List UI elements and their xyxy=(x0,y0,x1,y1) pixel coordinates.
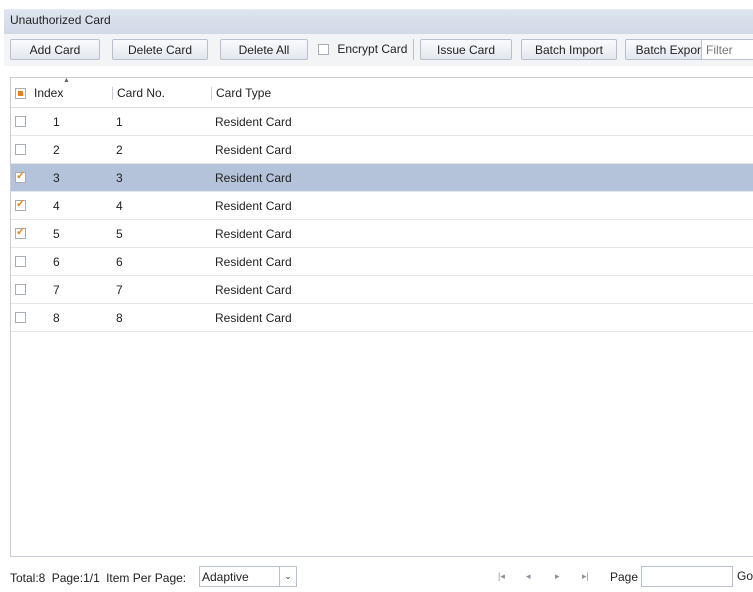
row-checkbox[interactable] xyxy=(15,169,26,183)
batch-import-button[interactable]: Batch Import xyxy=(521,39,617,60)
delete-card-button[interactable]: Delete Card xyxy=(112,39,208,60)
column-divider[interactable] xyxy=(211,87,212,100)
index-cell: 4 xyxy=(53,199,60,213)
card-no-cell: 4 xyxy=(116,199,123,213)
item-per-page-label: Item Per Page: xyxy=(106,571,187,585)
encrypt-card-label: Encrypt Card xyxy=(337,42,408,56)
first-page-icon[interactable]: |◂ xyxy=(498,571,505,582)
card-no-cell: 7 xyxy=(116,283,123,297)
go-button[interactable]: Go xyxy=(734,566,753,587)
table-row[interactable]: 3 3 Resident Card xyxy=(11,164,753,192)
item-per-page-select[interactable]: Adaptive ⌄ xyxy=(199,566,297,587)
table-header: Index ▲ Card No. Card Type xyxy=(11,77,753,108)
table-row[interactable]: 7 7 Resident Card xyxy=(11,276,753,304)
issue-card-button[interactable]: Issue Card xyxy=(420,39,512,60)
card-type-cell: Resident Card xyxy=(215,283,292,297)
row-checkbox[interactable] xyxy=(15,284,26,295)
last-page-icon[interactable]: ▸| xyxy=(582,571,589,582)
page-info: Page:1/1 xyxy=(51,571,100,585)
card-type-cell: Resident Card xyxy=(215,227,292,241)
table-row[interactable]: 8 8 Resident Card xyxy=(11,304,753,332)
index-cell: 2 xyxy=(53,143,60,157)
card-type-cell: Resident Card xyxy=(215,311,292,325)
chevron-down-icon[interactable]: ⌄ xyxy=(279,567,296,586)
card-type-cell: Resident Card xyxy=(215,255,292,269)
card-no-cell: 1 xyxy=(116,115,123,129)
encrypt-card-checkbox[interactable] xyxy=(318,44,329,56)
card-no-cell: 5 xyxy=(116,227,123,241)
card-no-cell: 6 xyxy=(116,255,123,269)
panel-title: Unauthorized Card xyxy=(10,13,111,27)
card-no-cell: 3 xyxy=(116,171,123,185)
card-type-cell: Resident Card xyxy=(215,199,292,213)
column-divider[interactable] xyxy=(112,87,113,100)
pagination-bar: Total:8 Page:1/1 Item Per Page: Adaptive… xyxy=(10,566,753,588)
prev-page-icon[interactable]: ◂ xyxy=(526,571,531,582)
filter-input[interactable] xyxy=(701,39,753,60)
table-row[interactable]: 2 2 Resident Card xyxy=(11,136,753,164)
row-checkbox[interactable] xyxy=(15,144,26,155)
card-type-cell: Resident Card xyxy=(215,143,292,157)
toolbar-divider xyxy=(413,39,414,60)
column-header-index[interactable]: Index xyxy=(34,86,63,100)
next-page-icon[interactable]: ▸ xyxy=(555,571,560,582)
column-header-index-label: Index xyxy=(34,86,64,100)
card-table: Index ▲ Card No. Card Type 1 1 Resident Ca… xyxy=(10,77,753,557)
table-row[interactable]: 5 5 Resident Card xyxy=(11,220,753,248)
page-number-input[interactable] xyxy=(641,566,733,587)
page-label: Page xyxy=(610,570,639,584)
index-cell: 8 xyxy=(53,311,60,325)
encrypt-card-toggle[interactable]: Encrypt Card xyxy=(318,39,407,60)
table-row[interactable]: 4 4 Resident Card xyxy=(11,192,753,220)
item-per-page-value: Adaptive xyxy=(202,570,249,584)
column-header-card-no[interactable]: Card No. xyxy=(117,86,165,100)
card-type-cell: Resident Card xyxy=(215,115,292,129)
index-cell: 1 xyxy=(53,115,60,129)
footer-summary: Total:8 Page:1/1 Item Per Page: xyxy=(10,571,186,585)
index-cell: 5 xyxy=(53,227,60,241)
toolbar: Add Card Delete Card Delete All Encrypt … xyxy=(4,34,753,66)
index-cell: 3 xyxy=(53,171,60,185)
card-no-cell: 8 xyxy=(116,311,123,325)
panel-title-bar: Unauthorized Card xyxy=(4,9,753,34)
row-checkbox[interactable] xyxy=(15,256,26,267)
table-row[interactable]: 6 6 Resident Card xyxy=(11,248,753,276)
total-count: Total:8 xyxy=(10,571,46,585)
row-checkbox[interactable] xyxy=(15,225,26,239)
add-card-button[interactable]: Add Card xyxy=(10,39,100,60)
delete-all-button[interactable]: Delete All xyxy=(220,39,308,60)
row-checkbox[interactable] xyxy=(15,116,26,127)
select-all-checkbox[interactable] xyxy=(15,88,26,99)
sort-up-icon: ▲ xyxy=(63,77,70,84)
table-row[interactable]: 1 1 Resident Card xyxy=(11,108,753,136)
row-checkbox[interactable] xyxy=(15,197,26,211)
row-checkbox[interactable] xyxy=(15,312,26,323)
index-cell: 7 xyxy=(53,283,60,297)
card-type-cell: Resident Card xyxy=(215,171,292,185)
column-header-card-type[interactable]: Card Type xyxy=(216,86,271,100)
index-cell: 6 xyxy=(53,255,60,269)
card-no-cell: 2 xyxy=(116,143,123,157)
